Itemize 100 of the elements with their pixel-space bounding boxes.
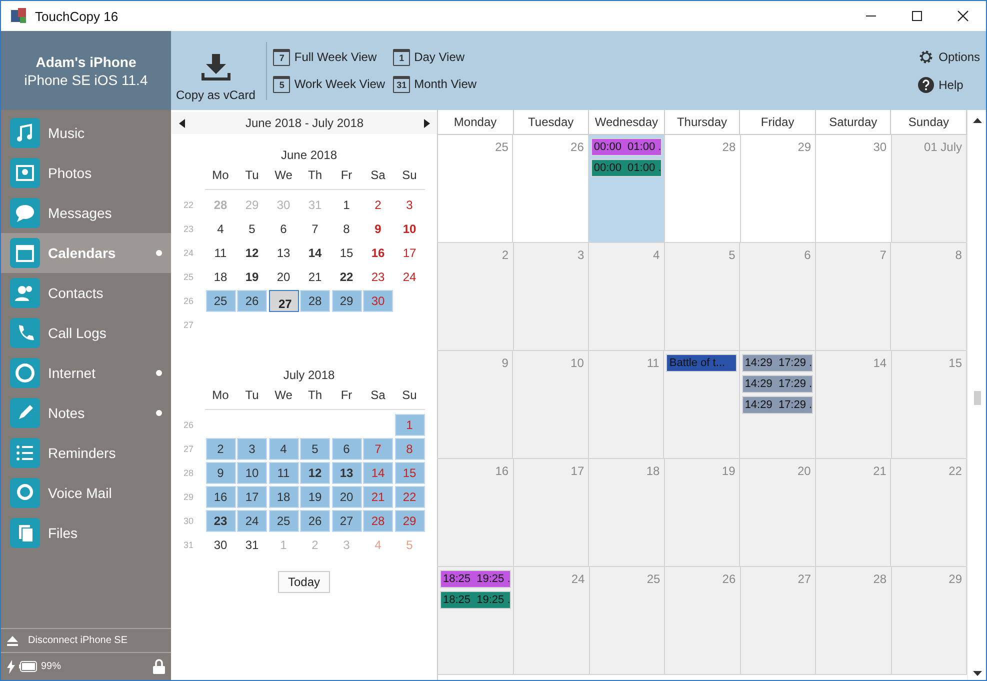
sidebar-item[interactable]: Calendars	[1, 233, 171, 273]
calendar-day[interactable]: 6	[268, 218, 298, 240]
event-item[interactable]: 18:25 19:25 .	[440, 570, 512, 588]
day-cell[interactable]: 21	[816, 459, 892, 566]
scroll-up-icon[interactable]	[972, 118, 982, 123]
view-button[interactable]: 31 Month View	[393, 76, 477, 92]
day-cell[interactable]: 9	[438, 351, 514, 458]
calendar-day[interactable]: 11	[206, 242, 236, 264]
calendar-day[interactable]: 20	[332, 486, 362, 508]
calendar-day[interactable]: 21	[363, 486, 393, 508]
calendar-day[interactable]: 9	[206, 462, 236, 484]
calendar-day[interactable]: 22	[332, 266, 362, 288]
calendar-day[interactable]: 19	[237, 266, 267, 288]
day-cell[interactable]: 17	[514, 459, 590, 566]
calendar-day[interactable]: 13	[268, 242, 298, 264]
previous-arrow-icon[interactable]	[179, 118, 185, 128]
sidebar-item[interactable]: Photos	[1, 153, 171, 193]
calendar-day[interactable]: 25	[268, 510, 298, 532]
event-item[interactable]: 14:29 17:29 .	[742, 375, 814, 393]
day-cell[interactable]: 28	[816, 567, 892, 674]
calendar-day[interactable]: 5	[300, 438, 330, 460]
scrollbar-thumb[interactable]	[974, 391, 980, 405]
maximize-icon[interactable]	[911, 10, 923, 22]
calendar-day[interactable]: 23	[363, 266, 393, 288]
calendar-day[interactable]: 26	[237, 290, 267, 312]
day-cell[interactable]: 11	[588, 351, 664, 458]
day-cell[interactable]: 18:25 19:25 . 18:25 19:25 .	[438, 567, 514, 674]
calendar-day[interactable]: 12	[300, 462, 330, 484]
calendar-day[interactable]: 17	[237, 486, 267, 508]
event-item[interactable]: 14:29 17:29 .	[742, 396, 814, 414]
calendar-day[interactable]: 27	[332, 510, 362, 532]
day-cell[interactable]: Battle of t...	[664, 351, 740, 458]
calendar-day[interactable]: 12	[237, 242, 267, 264]
calendar-day[interactable]: 27	[268, 290, 298, 312]
calendar-day[interactable]: 16	[206, 486, 236, 508]
day-cell[interactable]: 20	[740, 459, 816, 566]
calendar-day[interactable]: 15	[394, 462, 424, 484]
event-item[interactable]: 18:25 19:25 .	[440, 591, 512, 609]
calendar-day[interactable]: 11	[268, 462, 298, 484]
event-item[interactable]: 00:00 01:00 .	[590, 138, 662, 156]
calendar-day[interactable]: 10	[237, 462, 267, 484]
calendar-day[interactable]: 13	[332, 462, 362, 484]
calendar-day[interactable]: 1	[332, 194, 362, 216]
calendar-day[interactable]: 28	[363, 510, 393, 532]
calendar-day[interactable]: 23	[206, 510, 236, 532]
day-cell[interactable]: 18	[589, 459, 665, 566]
sidebar-item[interactable]: Notes	[1, 393, 171, 433]
calendar-day[interactable]: 26	[300, 510, 330, 532]
scroll-down-icon[interactable]	[972, 671, 982, 676]
day-cell[interactable]: 5	[664, 243, 740, 350]
calendar-day[interactable]: 15	[332, 242, 362, 264]
calendar-day[interactable]: 19	[300, 486, 330, 508]
day-cell[interactable]: 15	[892, 351, 967, 458]
sidebar-item[interactable]: Call Logs	[1, 313, 171, 353]
day-cell[interactable]: 16	[438, 459, 514, 566]
day-cell[interactable]: 3	[514, 243, 590, 350]
calendar-day[interactable]: 6	[332, 438, 362, 460]
help-button[interactable]: Help	[918, 76, 980, 92]
calendar-day[interactable]: 8	[332, 218, 362, 240]
day-cell[interactable]: 8	[891, 243, 967, 350]
sidebar-item[interactable]: Reminders	[1, 433, 171, 473]
sidebar-item[interactable]: Messages	[1, 193, 171, 233]
calendar-day[interactable]: 10	[394, 218, 424, 240]
view-button[interactable]: 1 Day View	[393, 48, 477, 66]
close-icon[interactable]	[957, 10, 969, 22]
calendar-day[interactable]: 28	[300, 290, 330, 312]
calendar-day[interactable]: 24	[237, 510, 267, 532]
calendar-day[interactable]: 24	[394, 266, 424, 288]
calendar-day[interactable]: 17	[394, 242, 424, 264]
calendar-day[interactable]: 29	[332, 290, 362, 312]
calendar-day[interactable]: 8	[394, 438, 424, 460]
calendar-day[interactable]: 9	[363, 218, 393, 240]
today-button[interactable]: Today	[278, 571, 330, 593]
calendar-day[interactable]: 29	[394, 510, 424, 532]
calendar-day[interactable]: 7	[363, 438, 393, 460]
sidebar-item[interactable]: Music	[1, 113, 171, 153]
calendar-day[interactable]: 16	[363, 242, 393, 264]
calendar-day[interactable]: 21	[300, 266, 330, 288]
day-cell[interactable]: 14	[816, 351, 892, 458]
calendar-day[interactable]: 14	[363, 462, 393, 484]
day-cell[interactable]: 24	[514, 567, 590, 674]
disconnect-button[interactable]: Disconnect iPhone SE	[1, 628, 171, 653]
day-cell[interactable]: 25	[590, 567, 666, 674]
day-cell[interactable]: 10	[513, 351, 589, 458]
calendar-day[interactable]: 25	[206, 290, 236, 312]
calendar-day[interactable]: 30	[363, 290, 393, 312]
day-cell[interactable]: 19	[664, 459, 740, 566]
calendar-day[interactable]: 2	[206, 438, 236, 460]
day-cell[interactable]: 6	[740, 243, 816, 350]
calendar-day[interactable]: 5	[237, 218, 267, 240]
sidebar-item[interactable]: Internet	[1, 353, 171, 393]
calendar-day[interactable]: 31	[237, 534, 267, 556]
calendar-day[interactable]: 30	[206, 534, 236, 556]
calendar-day[interactable]: 2	[363, 194, 393, 216]
day-cell[interactable]: 01 July	[892, 135, 967, 242]
calendar-day[interactable]: 20	[268, 266, 298, 288]
calendar-day[interactable]: 1	[394, 414, 424, 436]
day-cell[interactable]: 4	[589, 243, 665, 350]
event-item[interactable]: Battle of t...	[666, 354, 737, 372]
day-cell[interactable]: 2	[438, 243, 514, 350]
